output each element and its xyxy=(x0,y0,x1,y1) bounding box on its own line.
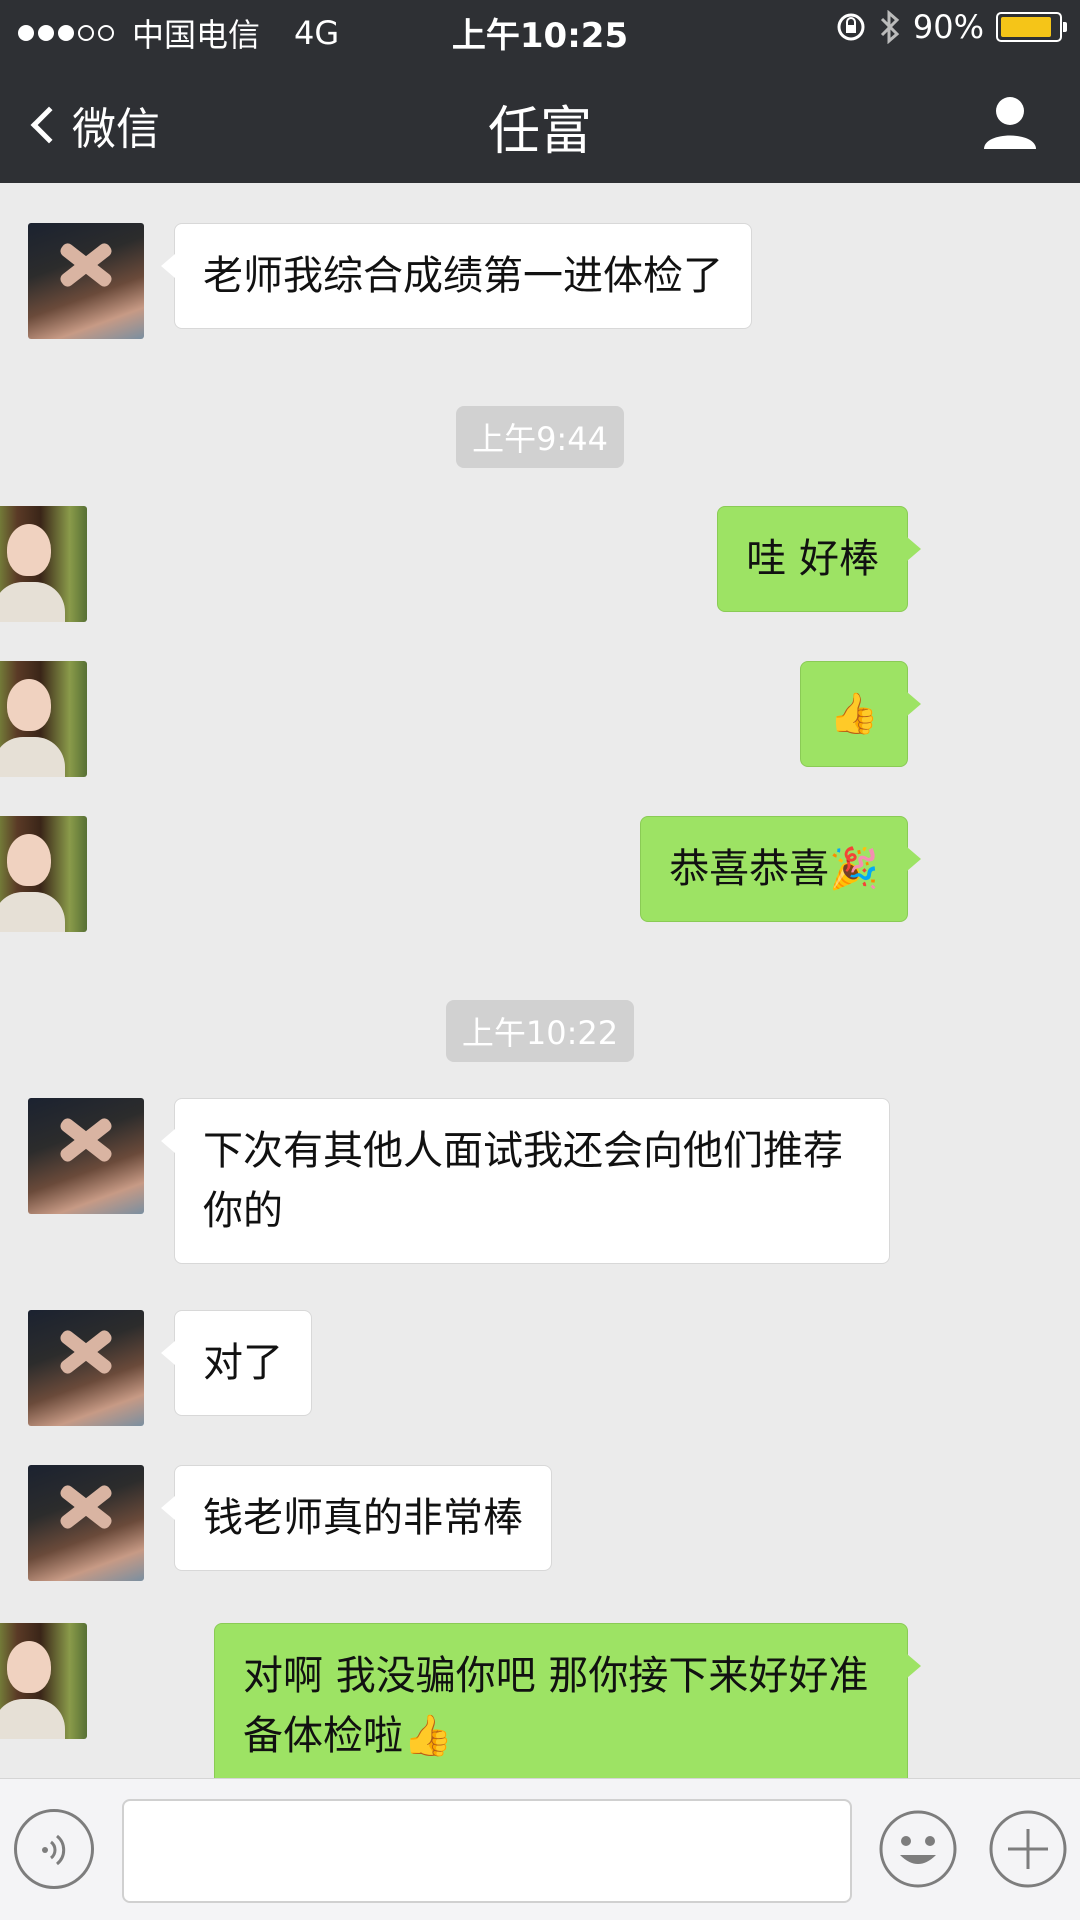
person-icon[interactable] xyxy=(980,93,1040,153)
avatar[interactable] xyxy=(28,1465,144,1581)
rotation-lock-icon xyxy=(837,13,865,41)
avatar[interactable] xyxy=(0,1623,87,1739)
message-row: 👍 xyxy=(0,661,1080,777)
message-row: 下次有其他人面试我还会向他们推荐你的 xyxy=(0,1098,1080,1264)
nav-bar: 微信 任富 xyxy=(0,75,1080,175)
message-bubble[interactable]: 对啊 我没骗你吧 那你接下来好好准备体检啦👍 xyxy=(214,1623,921,1778)
avatar[interactable] xyxy=(0,506,87,622)
chat-title: 任富 xyxy=(487,102,592,162)
status-bar: 中国电信 4G 上午10:25 90% xyxy=(0,0,1080,60)
timestamp-label: 上午9:44 xyxy=(456,406,624,468)
message-bubble[interactable]: 对了 xyxy=(161,1310,312,1416)
message-row: 恭喜恭喜🎉 xyxy=(0,816,1080,932)
avatar[interactable] xyxy=(0,661,87,777)
bluetooth-icon xyxy=(880,10,900,44)
header: 中国电信 4G 上午10:25 90% 微信 任富 xyxy=(0,0,1080,183)
avatar[interactable] xyxy=(28,1098,144,1214)
timestamp-label: 上午10:22 xyxy=(445,1000,635,1062)
message-bubble[interactable]: 老师我综合成绩第一进体检了 xyxy=(161,223,752,329)
avatar[interactable] xyxy=(28,1310,144,1426)
battery-percent: 90% xyxy=(912,8,984,46)
status-right: 90% xyxy=(835,8,1067,46)
voice-icon xyxy=(42,1834,66,1866)
message-input[interactable] xyxy=(122,1799,852,1903)
plus-icon[interactable] xyxy=(988,1809,1068,1889)
message-row: 老师我综合成绩第一进体检了 xyxy=(0,223,1080,339)
message-bubble[interactable]: 哇 好棒 xyxy=(717,506,921,612)
message-bubble[interactable]: 钱老师真的非常棒 xyxy=(161,1465,552,1571)
chat-area[interactable]: 老师我综合成绩第一进体检了 上午9:44 哇 好棒 👍 恭喜恭喜🎉 上午10:2… xyxy=(0,183,1080,1778)
timestamp: 上午10:22 xyxy=(0,1000,1080,1062)
timestamp: 上午9:44 xyxy=(0,406,1080,468)
smiley-icon[interactable] xyxy=(878,1809,958,1889)
input-toolbar xyxy=(0,1778,1080,1920)
battery-icon xyxy=(996,12,1067,42)
voice-button[interactable] xyxy=(14,1809,94,1889)
message-row: 哇 好棒 xyxy=(0,506,1080,622)
message-bubble[interactable]: 👍 xyxy=(800,661,921,767)
message-row: 对啊 我没骗你吧 那你接下来好好准备体检啦👍 xyxy=(0,1623,1080,1778)
message-bubble[interactable]: 恭喜恭喜🎉 xyxy=(640,816,921,922)
avatar[interactable] xyxy=(28,223,144,339)
message-bubble[interactable]: 下次有其他人面试我还会向他们推荐你的 xyxy=(161,1098,890,1264)
message-row: 钱老师真的非常棒 xyxy=(0,1465,1080,1581)
message-row: 对了 xyxy=(0,1310,1080,1426)
avatar[interactable] xyxy=(0,816,87,932)
